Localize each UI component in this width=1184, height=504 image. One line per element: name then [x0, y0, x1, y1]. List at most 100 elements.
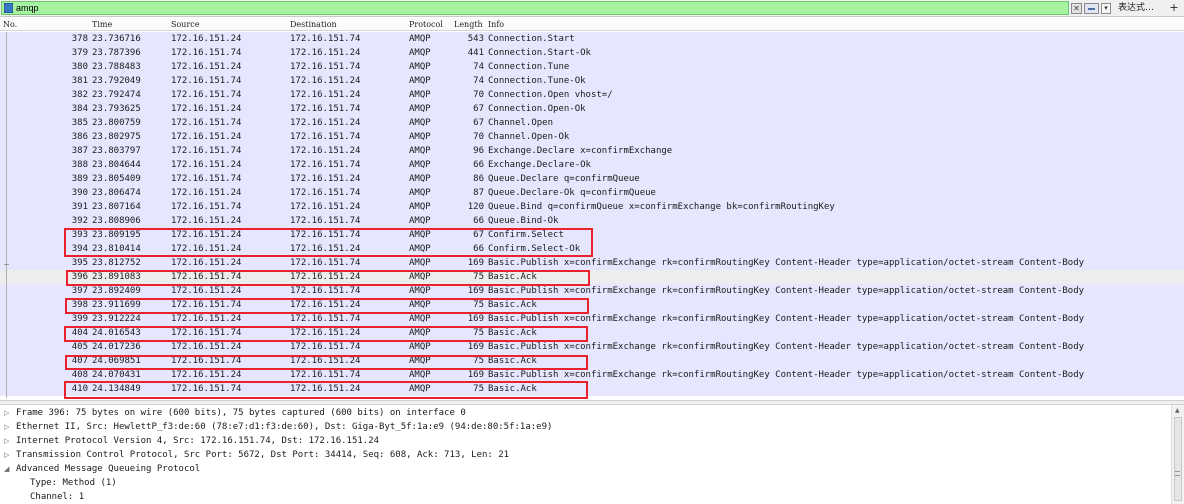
expand-arrow-icon[interactable]: ▷ [4, 420, 13, 434]
packet-cell-dst: 172.16.151.24 [290, 300, 361, 310]
packet-cell-src: 172.16.151.74 [171, 328, 242, 338]
column-header-source[interactable]: Source [171, 18, 200, 31]
packet-row[interactable]: 410 24.134849 172.16.151.74 172.16.151.24 AM… [0, 382, 1184, 396]
packet-cell-no: 391 [71, 202, 88, 212]
detail-text: Type: Method (1) [30, 478, 117, 488]
packet-cell-proto: AMQP [409, 286, 431, 296]
packet-cell-info: Basic.Ack [488, 356, 537, 366]
packet-row[interactable]: 405 24.017236 172.16.151.24 172.16.151.74 AM… [0, 340, 1184, 354]
packet-cell-no: 380 [71, 62, 88, 72]
packet-cell-len: 66 [473, 244, 484, 254]
packet-cell-proto: AMQP [409, 230, 431, 240]
packet-cell-time: 24.016543 [92, 328, 141, 338]
column-header-length[interactable]: Length [454, 18, 483, 31]
clear-filter-icon[interactable]: ✕ [1071, 3, 1082, 14]
packet-cell-dst: 172.16.151.24 [290, 90, 361, 100]
packet-row[interactable]: 387 23.803797 172.16.151.74 172.16.151.24 AM… [0, 144, 1184, 158]
packet-row[interactable]: 399 23.912224 172.16.151.24 172.16.151.74 AM… [0, 312, 1184, 326]
detail-tree-node[interactable]: ◢ Advanced Message Queueing Protocol [0, 462, 1170, 476]
packet-cell-len: 67 [473, 104, 484, 114]
scroll-up-arrow-icon[interactable]: ▲ [1175, 407, 1180, 414]
packet-cell-info: Connection.Tune [488, 62, 570, 72]
packet-cell-src: 172.16.151.74 [171, 48, 242, 58]
packet-cell-len: 75 [473, 300, 484, 310]
packet-cell-info: Basic.Publish x=confirmExchange rk=confi… [488, 370, 1085, 380]
packet-cell-proto: AMQP [409, 90, 431, 100]
packet-cell-time: 24.070431 [92, 370, 141, 380]
detail-tree-node[interactable]: ▷ Frame 396: 75 bytes on wire (600 bits),… [0, 406, 1170, 420]
packet-row[interactable]: 379 23.787396 172.16.151.74 172.16.151.24 AM… [0, 46, 1184, 60]
packet-row[interactable]: 404 24.016543 172.16.151.74 172.16.151.24 AM… [0, 326, 1184, 340]
packet-row[interactable]: 382 23.792474 172.16.151.74 172.16.151.24 AM… [0, 88, 1184, 102]
packet-cell-src: 172.16.151.24 [171, 342, 242, 352]
detail-field[interactable]: Type: Method (1) [0, 476, 1170, 490]
packet-cell-no: 386 [71, 132, 88, 142]
packet-cell-proto: AMQP [409, 146, 431, 156]
apply-filter-icon[interactable] [1084, 3, 1099, 14]
packet-row[interactable]: 391 23.807164 172.16.151.74 172.16.151.24 AM… [0, 200, 1184, 214]
scrollbar-thumb[interactable] [1174, 417, 1182, 501]
packet-cell-time: 24.017236 [92, 342, 141, 352]
column-header-no[interactable]: No. [3, 18, 17, 31]
column-header-info[interactable]: Info [488, 18, 504, 31]
packet-row[interactable]: 396 23.891083 172.16.151.74 172.16.151.24 AM… [0, 270, 1184, 284]
packet-cell-no: 389 [71, 174, 88, 184]
packet-cell-dst: 172.16.151.74 [290, 314, 361, 324]
expand-arrow-icon[interactable]: ▷ [4, 434, 13, 448]
packet-cell-src: 172.16.151.74 [171, 146, 242, 156]
packet-cell-len: 67 [473, 230, 484, 240]
collapse-arrow-icon[interactable]: ◢ [4, 462, 13, 476]
add-filter-button[interactable]: + [1168, 1, 1180, 15]
packet-row[interactable]: 389 23.805409 172.16.151.74 172.16.151.24 AM… [0, 172, 1184, 186]
expand-arrow-icon[interactable]: ▷ [4, 406, 13, 420]
packet-row[interactable]: 407 24.069851 172.16.151.74 172.16.151.24 AM… [0, 354, 1184, 368]
packet-cell-info: Channel.Open-Ok [488, 132, 570, 142]
display-filter-input[interactable] [16, 2, 1056, 14]
packet-cell-info: Queue.Bind-Ok [488, 216, 559, 226]
packet-row[interactable]: 378 23.736716 172.16.151.24 172.16.151.74 AM… [0, 32, 1184, 46]
packet-cell-no: 399 [71, 314, 88, 324]
packet-row[interactable]: 395 23.812752 172.16.151.24 172.16.151.74 AM… [0, 256, 1184, 270]
details-vertical-scrollbar[interactable]: ▲ [1171, 405, 1184, 504]
packet-cell-dst: 172.16.151.24 [290, 118, 361, 128]
packet-cell-proto: AMQP [409, 300, 431, 310]
packet-row[interactable]: 390 23.806474 172.16.151.24 172.16.151.74 AM… [0, 186, 1184, 200]
packet-cell-dst: 172.16.151.74 [290, 230, 361, 240]
packet-cell-no: 398 [71, 300, 88, 310]
bookmark-icon[interactable] [4, 3, 13, 13]
packet-row[interactable]: 394 23.810414 172.16.151.24 172.16.151.24 AM… [0, 242, 1184, 256]
column-header-protocol[interactable]: Protocol [409, 18, 443, 31]
packet-row[interactable]: 384 23.793625 172.16.151.24 172.16.151.74 AM… [0, 102, 1184, 116]
packet-row[interactable]: 392 23.808906 172.16.151.24 172.16.151.74 AM… [0, 214, 1184, 228]
packet-row[interactable]: 398 23.911699 172.16.151.74 172.16.151.24 AM… [0, 298, 1184, 312]
packet-row[interactable]: 380 23.788483 172.16.151.24 172.16.151.74 AM… [0, 60, 1184, 74]
packet-row[interactable]: 386 23.802975 172.16.151.24 172.16.151.74 AM… [0, 130, 1184, 144]
packet-row[interactable]: 381 23.792049 172.16.151.74 172.16.151.24 AM… [0, 74, 1184, 88]
packet-row[interactable]: 397 23.892409 172.16.151.24 172.16.151.74 AM… [0, 284, 1184, 298]
expression-button[interactable]: 表达式… [1118, 2, 1154, 14]
detail-tree-node[interactable]: ▷ Internet Protocol Version 4, Src: 172.1… [0, 434, 1170, 448]
packet-row[interactable]: 388 23.804644 172.16.151.24 172.16.151.74 AM… [0, 158, 1184, 172]
packet-cell-time: 23.806474 [92, 188, 141, 198]
packet-cell-src: 172.16.151.24 [171, 286, 242, 296]
packet-row[interactable]: 393 23.809195 172.16.151.24 172.16.151.74 AM… [0, 228, 1184, 242]
packet-cell-time: 23.809195 [92, 230, 141, 240]
packet-row[interactable]: 408 24.070431 172.16.151.24 172.16.151.74 AM… [0, 368, 1184, 382]
detail-tree-node[interactable]: ▷ Ethernet II, Src: HewlettP_f3:de:60 (78… [0, 420, 1170, 434]
packet-cell-proto: AMQP [409, 370, 431, 380]
packet-cell-proto: AMQP [409, 160, 431, 170]
detail-tree-node[interactable]: ▷ Transmission Control Protocol, Src Port… [0, 448, 1170, 462]
column-header-time[interactable]: Time [92, 18, 112, 31]
detail-field[interactable]: Channel: 1 [0, 490, 1170, 504]
packet-cell-src: 172.16.151.74 [171, 90, 242, 100]
chevron-down-icon[interactable]: ▾ [1101, 3, 1111, 14]
expand-arrow-icon[interactable]: ▷ [4, 448, 13, 462]
packet-list: 378 23.736716 172.16.151.24 172.16.151.74 AM… [0, 32, 1184, 400]
display-filter-field[interactable] [1, 1, 1069, 15]
packet-cell-src: 172.16.151.74 [171, 202, 242, 212]
packet-row[interactable]: 385 23.800759 172.16.151.74 172.16.151.24 AM… [0, 116, 1184, 130]
packet-cell-src: 172.16.151.24 [171, 188, 242, 198]
column-header-destination[interactable]: Destination [290, 18, 337, 31]
packet-cell-time: 23.892409 [92, 286, 141, 296]
detail-text: Channel: 1 [30, 492, 85, 502]
